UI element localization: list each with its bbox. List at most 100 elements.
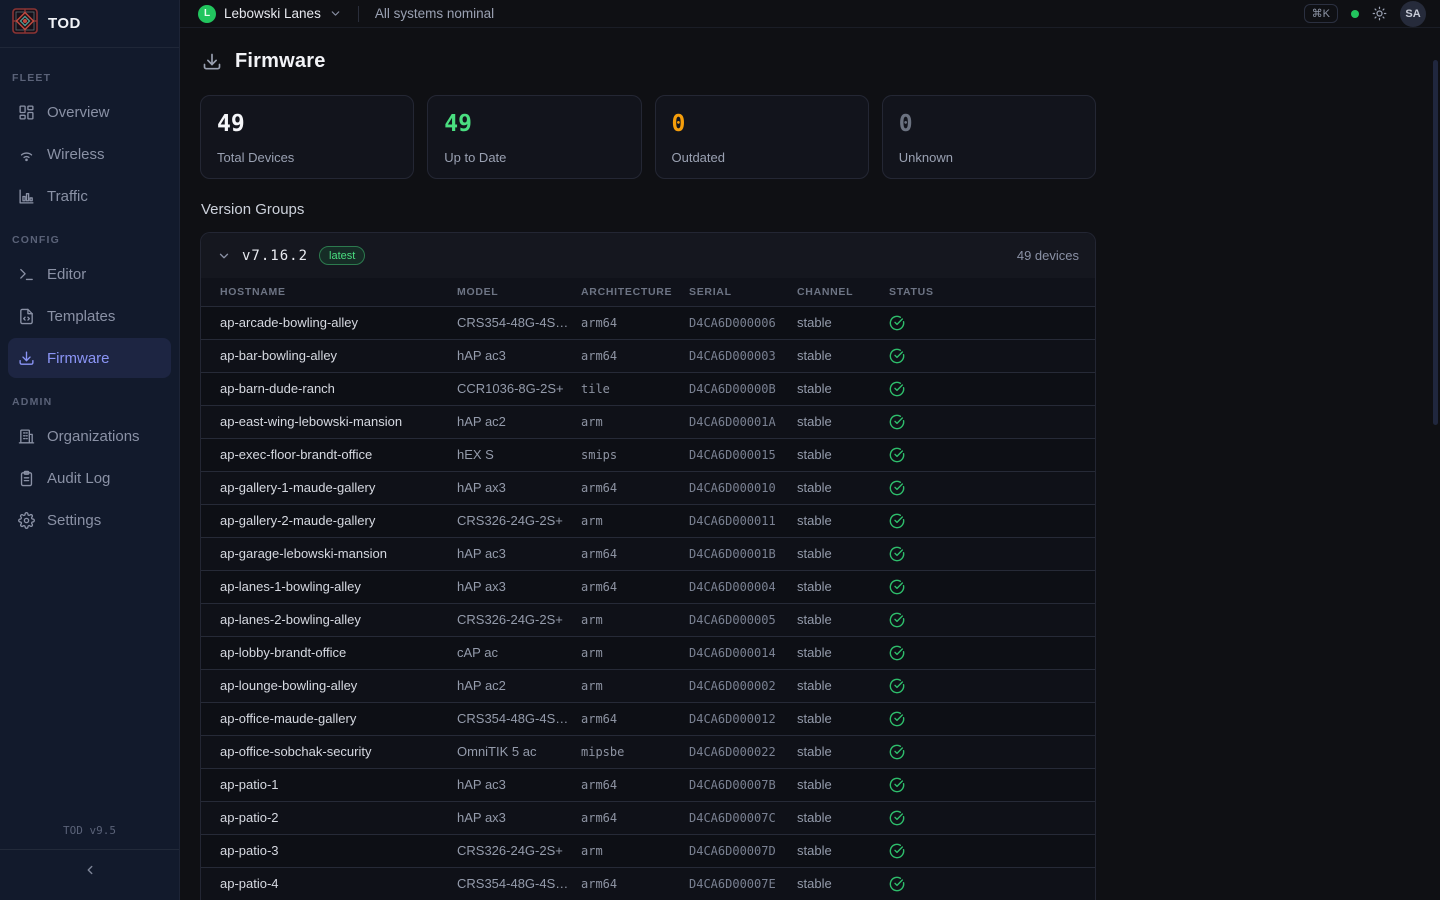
stat-value: 0 — [899, 111, 1079, 137]
command-palette-shortcut[interactable]: ⌘K — [1304, 4, 1338, 23]
cell-channel: stable — [797, 339, 889, 372]
table-row[interactable]: ap-lobby-brandt-officecAP acarmD4CA6D000… — [201, 636, 1095, 669]
sidebar-item-traffic[interactable]: Traffic — [8, 176, 171, 216]
cell-host: ap-office-sobchak-security — [201, 735, 457, 768]
table-row[interactable]: ap-lanes-1-bowling-alleyhAP ax3arm64D4CA… — [201, 570, 1095, 603]
org-switcher[interactable]: L Lebowski Lanes — [198, 5, 342, 23]
cell-host: ap-gallery-1-maude-gallery — [201, 471, 457, 504]
sidebar-item-organizations[interactable]: Organizations — [8, 416, 171, 456]
nav-section-label: ADMIN — [0, 380, 179, 414]
table-row[interactable]: ap-east-wing-lebowski-mansionhAP ac2armD… — [201, 405, 1095, 438]
cell-host: ap-patio-1 — [201, 768, 457, 801]
table-row[interactable]: ap-barn-dude-ranchCCR1036-8G-2S+tileD4CA… — [201, 372, 1095, 405]
sidebar-collapse-button[interactable] — [0, 850, 179, 890]
clipboard-icon — [17, 469, 35, 487]
page-scrollbar-thumb[interactable] — [1433, 60, 1438, 425]
table-row[interactable]: ap-exec-floor-brandt-officehEX SsmipsD4C… — [201, 438, 1095, 471]
sidebar-item-label: Firmware — [47, 350, 110, 367]
terminal-icon — [17, 265, 35, 283]
table-row[interactable]: ap-gallery-2-maude-galleryCRS326-24G-2S+… — [201, 504, 1095, 537]
sidebar-item-label: Templates — [47, 308, 115, 325]
cell-arch: arm64 — [581, 537, 689, 570]
cell-arch: smips — [581, 438, 689, 471]
table-row[interactable]: ap-lounge-bowling-alleyhAP ac2armD4CA6D0… — [201, 669, 1095, 702]
table-row[interactable]: ap-patio-4CRS354-48G-4S+…arm64D4CA6D0000… — [201, 867, 1095, 900]
sun-icon — [1372, 6, 1387, 21]
table-row[interactable]: ap-office-maude-galleryCRS354-48G-4S+…ar… — [201, 702, 1095, 735]
table-row[interactable]: ap-lanes-2-bowling-alleyCRS326-24G-2S+ar… — [201, 603, 1095, 636]
cell-host: ap-lanes-1-bowling-alley — [201, 570, 457, 603]
table-row[interactable]: ap-garage-lebowski-mansionhAP ac3arm64D4… — [201, 537, 1095, 570]
cell-arch: arm64 — [581, 306, 689, 339]
table-row[interactable]: ap-arcade-bowling-alleyCRS354-48G-4S+…ar… — [201, 306, 1095, 339]
sidebar-item-firmware[interactable]: Firmware — [8, 338, 171, 378]
sidebar-item-audit-log[interactable]: Audit Log — [8, 458, 171, 498]
cell-serial: D4CA6D00007C — [689, 801, 797, 834]
user-avatar[interactable]: SA — [1400, 1, 1426, 27]
cell-serial: D4CA6D00000B — [689, 372, 797, 405]
column-header-serial: SERIAL — [689, 278, 797, 306]
cell-arch: arm64 — [581, 768, 689, 801]
nav-section-label: FLEET — [0, 56, 179, 90]
cell-channel: stable — [797, 669, 889, 702]
cell-channel: stable — [797, 603, 889, 636]
app-version: TOD v9.5 — [0, 814, 179, 850]
cell-arch: arm64 — [581, 471, 689, 504]
cell-channel: stable — [797, 438, 889, 471]
table-row[interactable]: ap-patio-1hAP ac3arm64D4CA6D00007Bstable — [201, 768, 1095, 801]
column-header-model: MODEL — [457, 278, 581, 306]
firmware-stats: 49Total Devices49Up to Date0Outdated0Unk… — [200, 95, 1096, 179]
cell-model: hAP ac3 — [457, 537, 581, 570]
table-row[interactable]: ap-office-sobchak-securityOmniTIK 5 acmi… — [201, 735, 1095, 768]
cell-serial: D4CA6D000012 — [689, 702, 797, 735]
table-row[interactable]: ap-gallery-1-maude-galleryhAP ax3arm64D4… — [201, 471, 1095, 504]
status-ok-icon — [889, 768, 1095, 801]
theme-toggle-button[interactable] — [1372, 6, 1387, 21]
table-row[interactable]: ap-patio-2hAP ax3arm64D4CA6D00007Cstable — [201, 801, 1095, 834]
cell-arch: arm64 — [581, 867, 689, 900]
cell-model: hAP ax3 — [457, 471, 581, 504]
cell-host: ap-lobby-brandt-office — [201, 636, 457, 669]
sidebar-item-templates[interactable]: Templates — [8, 296, 171, 336]
cell-serial: D4CA6D00007D — [689, 834, 797, 867]
column-header-status: STATUS — [889, 278, 1095, 306]
cell-host: ap-exec-floor-brandt-office — [201, 438, 457, 471]
cell-model: CRS354-48G-4S+… — [457, 306, 581, 339]
table-row[interactable]: ap-bar-bowling-alleyhAP ac3arm64D4CA6D00… — [201, 339, 1095, 372]
cell-host: ap-barn-dude-ranch — [201, 372, 457, 405]
version-group-header[interactable]: v7.16.2 latest 49 devices — [201, 233, 1095, 278]
cell-model: cAP ac — [457, 636, 581, 669]
cell-channel: stable — [797, 570, 889, 603]
file-code-icon — [17, 307, 35, 325]
cell-host: ap-gallery-2-maude-gallery — [201, 504, 457, 537]
status-ok-icon — [889, 735, 1095, 768]
sidebar-item-label: Organizations — [47, 428, 140, 445]
sidebar-item-settings[interactable]: Settings — [8, 500, 171, 540]
status-ok-icon — [889, 537, 1095, 570]
cell-serial: D4CA6D000004 — [689, 570, 797, 603]
status-ok-icon — [889, 801, 1095, 834]
cell-model: CRS326-24G-2S+ — [457, 504, 581, 537]
table-row[interactable]: ap-patio-3CRS326-24G-2S+armD4CA6D00007Ds… — [201, 834, 1095, 867]
status-ok-icon — [889, 372, 1095, 405]
column-header-channel: CHANNEL — [797, 278, 889, 306]
stat-label: Unknown — [899, 150, 1079, 165]
sidebar-nav: FLEETOverviewWirelessTrafficCONFIGEditor… — [0, 48, 179, 814]
cell-serial: D4CA6D00007B — [689, 768, 797, 801]
status-ok-icon — [889, 603, 1095, 636]
version-groups-heading: Version Groups — [201, 201, 1096, 218]
sidebar-item-editor[interactable]: Editor — [8, 254, 171, 294]
cell-channel: stable — [797, 504, 889, 537]
sidebar-item-overview[interactable]: Overview — [8, 92, 171, 132]
app-logo[interactable]: TOD — [0, 0, 179, 48]
sidebar-item-wireless[interactable]: Wireless — [8, 134, 171, 174]
app-name: TOD — [48, 15, 81, 32]
cell-model: hAP ax3 — [457, 570, 581, 603]
stat-card-total-devices: 49Total Devices — [200, 95, 414, 179]
device-count: 49 devices — [1017, 248, 1079, 263]
cell-arch: arm — [581, 405, 689, 438]
status-ok-icon — [889, 867, 1095, 900]
app-window: TOD FLEETOverviewWirelessTrafficCONFIGEd… — [0, 0, 1440, 900]
status-ok-icon — [889, 339, 1095, 372]
cell-serial: D4CA6D000014 — [689, 636, 797, 669]
